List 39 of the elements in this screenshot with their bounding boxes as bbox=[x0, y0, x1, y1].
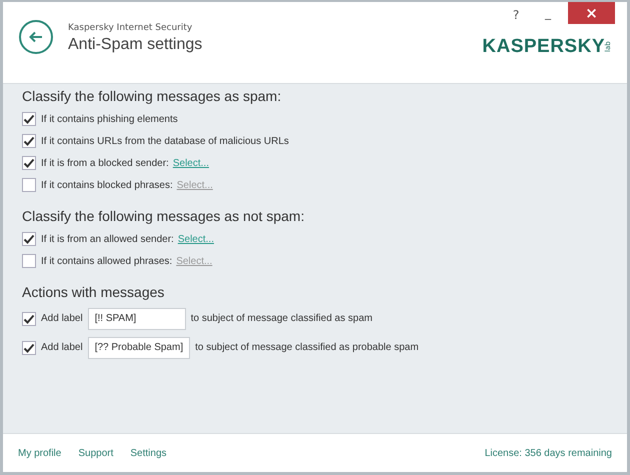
license-link[interactable]: License: 356 days remaining bbox=[484, 448, 612, 458]
select-link[interactable]: Select... bbox=[178, 234, 214, 244]
product-name: Kaspersky Internet Security bbox=[68, 23, 194, 33]
section-title: Actions with messages bbox=[22, 284, 166, 300]
footer-link[interactable]: My profile bbox=[18, 448, 62, 458]
option-label: Add label bbox=[41, 342, 83, 353]
label-input[interactable]: [?? Probable Spam] bbox=[88, 336, 190, 358]
option-description: to subject of message classified as spam bbox=[190, 313, 372, 324]
option-label: If it is from an allowed sender: bbox=[41, 234, 174, 244]
footer-link[interactable]: Settings bbox=[130, 448, 167, 458]
checkbox[interactable] bbox=[22, 156, 36, 170]
checkbox[interactable] bbox=[22, 178, 36, 192]
label-input[interactable]: [!! SPAM] bbox=[88, 308, 186, 330]
checkbox[interactable] bbox=[22, 134, 36, 148]
window-title: Anti-Spam settings bbox=[68, 36, 202, 54]
section-title: Classify the following messages as not spam: bbox=[22, 208, 306, 224]
checkbox[interactable] bbox=[22, 312, 36, 326]
minimize-button[interactable]: _ bbox=[528, 2, 568, 24]
select-link[interactable]: Select... bbox=[176, 180, 213, 190]
back-button[interactable] bbox=[19, 20, 53, 54]
checkbox[interactable] bbox=[22, 112, 36, 126]
checkbox[interactable] bbox=[22, 254, 36, 268]
close-button[interactable]: × bbox=[568, 2, 615, 24]
help-button[interactable]: ? bbox=[504, 4, 528, 26]
option-label: Add label bbox=[41, 313, 83, 324]
checkbox[interactable] bbox=[22, 232, 36, 246]
checkbox[interactable] bbox=[22, 340, 36, 354]
option-label: If it contains URLs from the database of malicious URLs bbox=[41, 136, 289, 146]
logo-text: KASPERSKY bbox=[482, 36, 605, 58]
footer-link[interactable]: Support bbox=[78, 448, 114, 458]
option-label: If it contains phishing elements bbox=[41, 114, 178, 124]
section-title: Classify the following messages as spam: bbox=[22, 88, 282, 104]
option-label: If it is from a blocked sender: bbox=[41, 158, 169, 168]
option-label: If it contains allowed phrases: bbox=[41, 256, 172, 266]
option-description: to subject of message classified as probable spam bbox=[195, 342, 419, 353]
option-label: If it contains blocked phrases: bbox=[41, 180, 173, 190]
select-link[interactable]: Select... bbox=[176, 256, 212, 266]
back-arrow-icon bbox=[28, 30, 44, 44]
select-link[interactable]: Select... bbox=[172, 158, 209, 168]
